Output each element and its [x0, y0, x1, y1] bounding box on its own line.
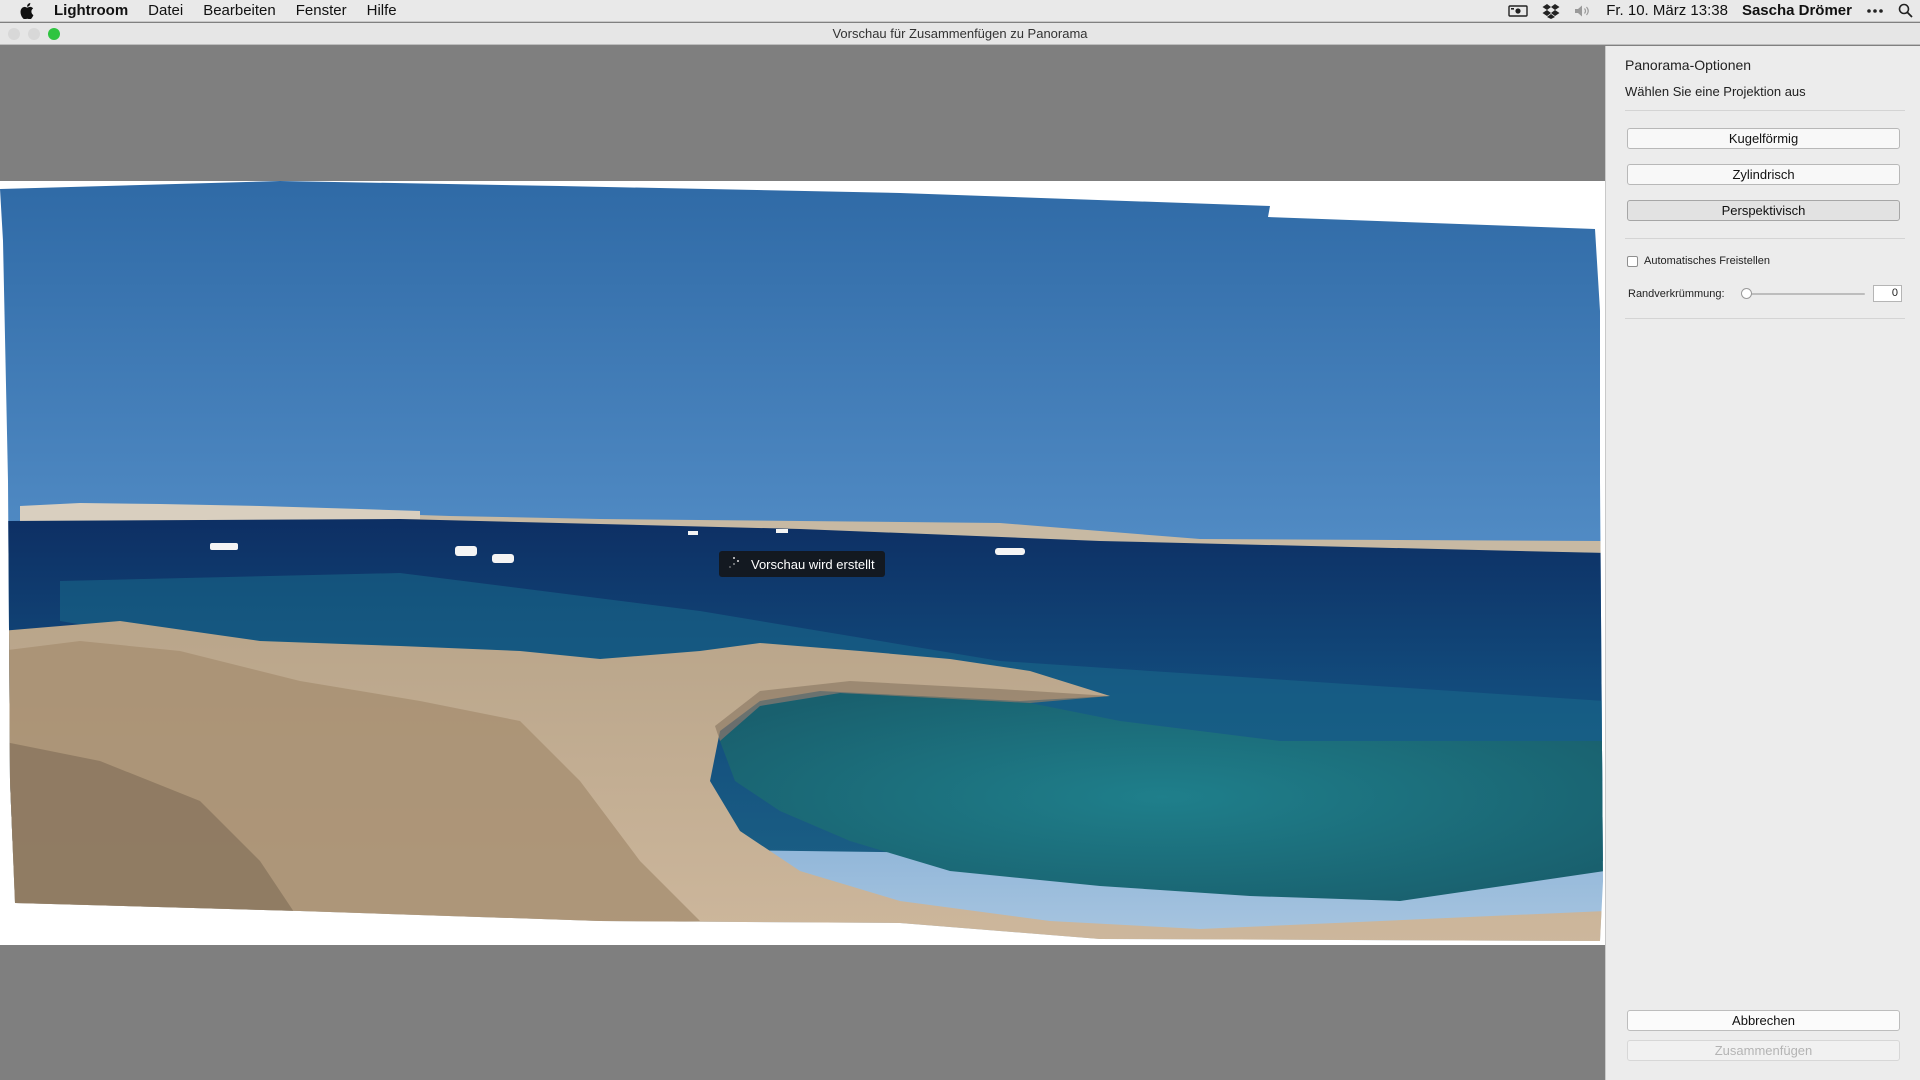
projection-perspective-button[interactable]: Perspektivisch	[1627, 200, 1900, 221]
preview-status-text: Vorschau wird erstellt	[751, 556, 875, 572]
projection-prompt: Wählen Sie eine Projektion aus	[1625, 84, 1806, 99]
spinner-icon	[727, 557, 741, 571]
menu-clock[interactable]: Fr. 10. März 13:38	[1606, 2, 1728, 19]
menu-fenster[interactable]: Fenster	[286, 0, 357, 22]
cancel-button[interactable]: Abbrechen	[1627, 1010, 1900, 1031]
window-minimize-button[interactable]	[28, 28, 40, 40]
panorama-preview-area: Vorschau wird erstellt	[0, 46, 1605, 1080]
menu-bar: Lightroom Datei Bearbeiten Fenster Hilfe…	[0, 0, 1920, 22]
boundary-warp-label: Randverkrümmung:	[1628, 288, 1725, 300]
boundary-warp-row: Randverkrümmung: 0	[1627, 285, 1902, 303]
search-icon[interactable]	[1898, 3, 1913, 18]
menu-app-name[interactable]: Lightroom	[54, 0, 138, 22]
menu-user[interactable]: Sascha Drömer	[1742, 2, 1852, 19]
boundary-warp-slider[interactable]	[1745, 293, 1865, 295]
auto-crop-checkbox[interactable]	[1627, 255, 1638, 267]
window-title: Vorschau für Zusammenfügen zu Panorama	[832, 26, 1088, 41]
window-titlebar: Vorschau für Zusammenfügen zu Panorama	[0, 23, 1920, 45]
more-icon[interactable]	[1866, 8, 1884, 14]
preview-status-overlay: Vorschau wird erstellt	[719, 551, 885, 577]
menu-hilfe[interactable]: Hilfe	[357, 0, 407, 22]
menu-bearbeiten[interactable]: Bearbeiten	[193, 0, 286, 22]
window-close-button[interactable]	[8, 28, 20, 40]
projection-cylindrical-button[interactable]: Zylindrisch	[1627, 164, 1900, 185]
menu-datei[interactable]: Datei	[138, 0, 193, 22]
divider	[1625, 238, 1905, 239]
screen-capture-icon[interactable]	[1508, 4, 1528, 18]
dropbox-icon[interactable]	[1542, 3, 1560, 19]
projection-spherical-button[interactable]: Kugelförmig	[1627, 128, 1900, 149]
volume-icon[interactable]	[1574, 4, 1592, 18]
panorama-options-panel: Panorama-Optionen Wählen Sie eine Projek…	[1605, 46, 1920, 1080]
window-zoom-button[interactable]	[48, 28, 60, 40]
merge-button[interactable]: Zusammenfügen	[1627, 1040, 1900, 1061]
divider	[1625, 318, 1905, 319]
apple-icon[interactable]	[0, 2, 54, 19]
divider	[1625, 110, 1905, 111]
panel-heading: Panorama-Optionen	[1625, 57, 1752, 73]
auto-crop-label: Automatisches Freistellen	[1644, 255, 1770, 267]
auto-crop-row[interactable]: Automatisches Freistellen	[1627, 255, 1770, 267]
boundary-warp-value-field[interactable]: 0	[1873, 285, 1902, 302]
boundary-warp-slider-knob[interactable]	[1741, 288, 1752, 299]
